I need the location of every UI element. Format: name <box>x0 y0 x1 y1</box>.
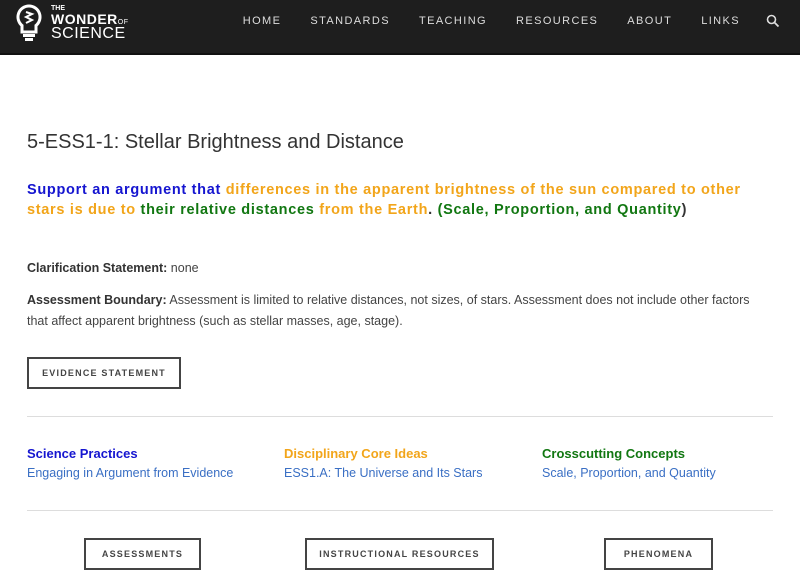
science-practices-link[interactable]: Engaging in Argument from Evidence <box>27 466 233 480</box>
divider <box>27 416 773 417</box>
clarification-statement: Clarification Statement: none <box>27 258 767 279</box>
boundary-label: Assessment Boundary: <box>27 293 167 307</box>
crosscutting-heading: Crosscutting Concepts <box>542 446 686 461</box>
nav-home[interactable]: HOME <box>243 15 282 27</box>
pe-crosscutting-concept: (Scale, Proportion, and Quantity <box>437 202 682 218</box>
top-nav: THE WONDEROF SCIENCE HOME STANDARDS TEAC… <box>0 0 800 55</box>
pe-core-idea-2: from the Earth <box>319 202 429 218</box>
science-practices-column: Science Practices Engaging in Argument f… <box>27 446 233 480</box>
logo-science: SCIENCE <box>51 24 126 42</box>
clarification-text: none <box>167 261 199 275</box>
pe-practice: Support an argument that <box>27 182 226 198</box>
pe-close: ) <box>681 202 688 218</box>
instructional-resources-button[interactable]: INSTRUCTIONAL RESOURCES <box>305 538 494 570</box>
divider <box>27 510 773 511</box>
core-ideas-heading: Disciplinary Core Ideas <box>284 446 428 461</box>
search-icon[interactable] <box>766 14 780 28</box>
performance-expectation: Support an argument that differences in … <box>27 180 772 220</box>
nav-resources[interactable]: RESOURCES <box>516 15 598 27</box>
crosscutting-link[interactable]: Scale, Proportion, and Quantity <box>542 466 716 480</box>
nav-about[interactable]: ABOUT <box>627 15 672 27</box>
phenomena-button[interactable]: PHENOMENA <box>604 538 713 570</box>
evidence-statement-button[interactable]: EVIDENCE STATEMENT <box>27 357 181 389</box>
main-menu: HOME STANDARDS TEACHING RESOURCES ABOUT … <box>214 14 780 28</box>
pe-crosscutting: their relative distances <box>140 202 320 218</box>
core-ideas-link[interactable]: ESS1.A: The Universe and Its Stars <box>284 466 482 480</box>
nav-teaching[interactable]: TEACHING <box>419 15 487 27</box>
science-practices-heading: Science Practices <box>27 446 138 461</box>
nav-standards[interactable]: STANDARDS <box>310 15 390 27</box>
page-title: 5-ESS1-1: Stellar Brightness and Distanc… <box>27 131 404 153</box>
core-ideas-column: Disciplinary Core Ideas ESS1.A: The Univ… <box>284 446 482 480</box>
assessment-boundary: Assessment Boundary: Assessment is limit… <box>27 290 767 332</box>
crosscutting-column: Crosscutting Concepts Scale, Proportion,… <box>542 446 716 480</box>
nav-links[interactable]: LINKS <box>701 15 740 27</box>
clarification-label: Clarification Statement: <box>27 261 168 275</box>
site-logo[interactable]: THE WONDEROF SCIENCE <box>16 4 129 42</box>
pe-punct: . <box>428 202 438 218</box>
lightbulb-icon <box>16 4 42 42</box>
assessments-button[interactable]: ASSESSMENTS <box>84 538 201 570</box>
